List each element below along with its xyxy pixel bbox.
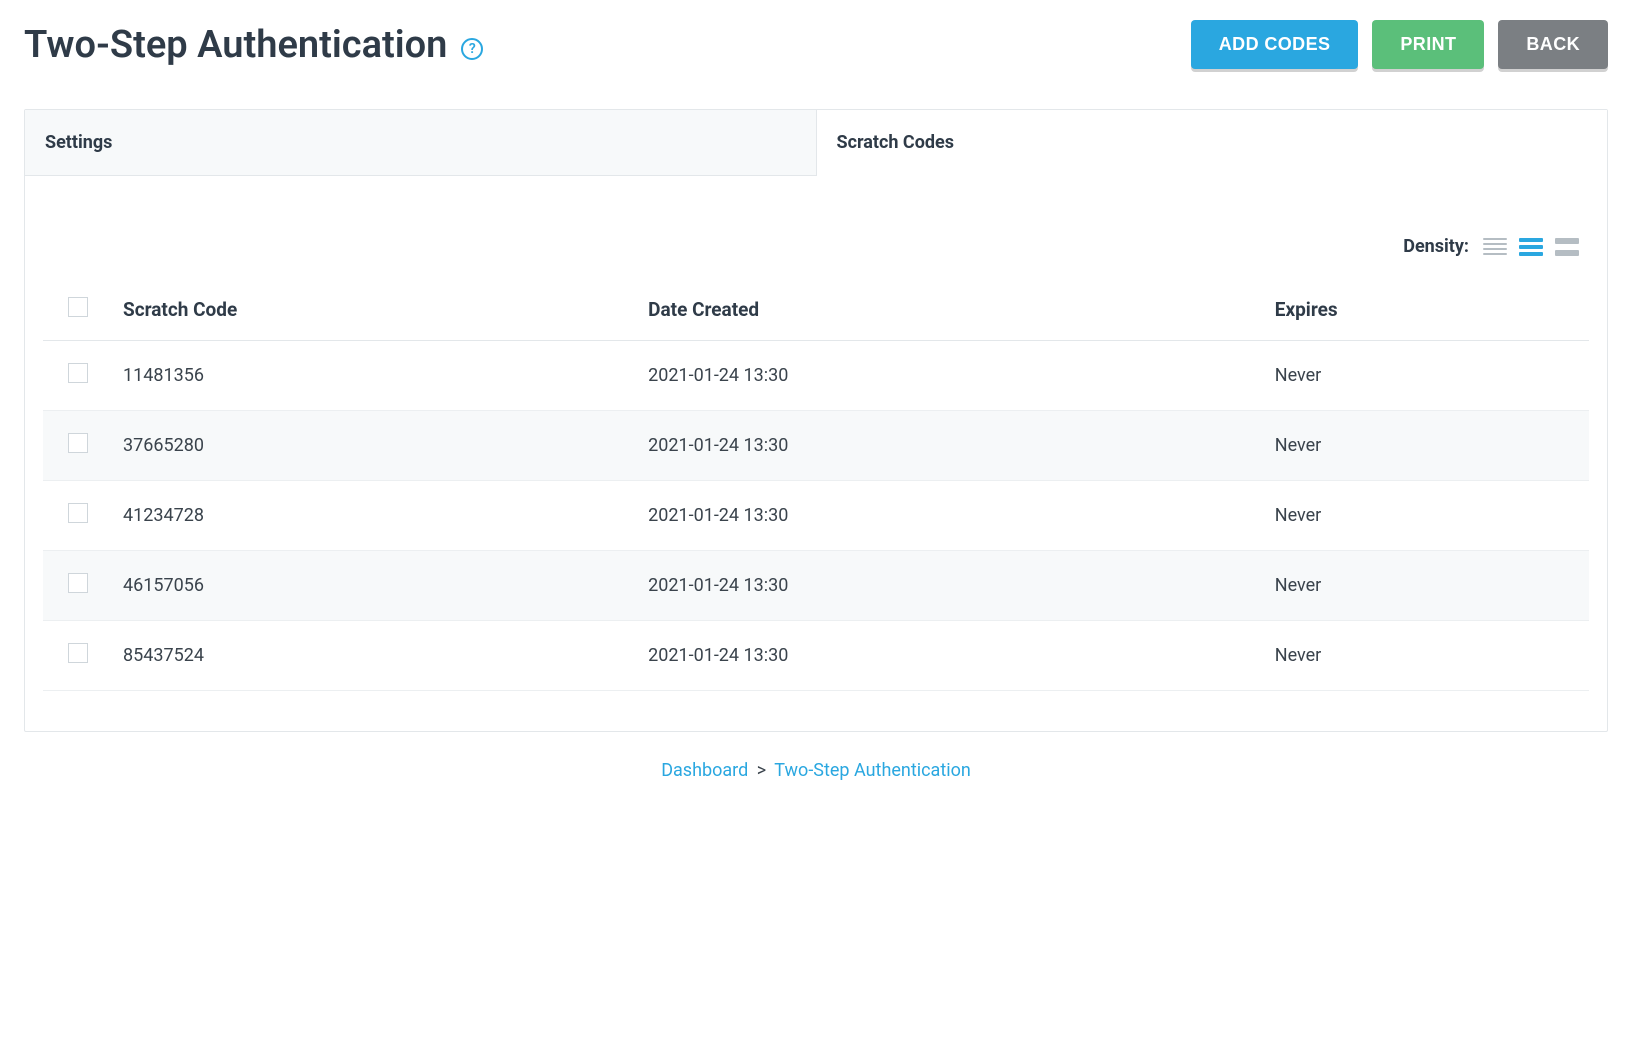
cell-expires: Never <box>1265 481 1589 551</box>
cell-expires: Never <box>1265 411 1589 481</box>
table-row: 412347282021-01-24 13:30Never <box>43 481 1589 551</box>
row-checkbox[interactable] <box>68 643 88 663</box>
back-button[interactable]: BACK <box>1498 20 1608 69</box>
table-row: 854375242021-01-24 13:30Never <box>43 621 1589 691</box>
panel: Settings Scratch Codes Density: Scratch … <box>24 109 1608 732</box>
density-compact-icon[interactable] <box>1483 238 1507 256</box>
breadcrumb-current[interactable]: Two-Step Authentication <box>774 760 971 781</box>
column-header-code[interactable]: Scratch Code <box>113 281 638 341</box>
row-checkbox[interactable] <box>68 363 88 383</box>
density-comfy-icon[interactable] <box>1555 238 1579 256</box>
cell-date-created: 2021-01-24 13:30 <box>638 551 1265 621</box>
cell-scratch-code: 46157056 <box>113 551 638 621</box>
table-row: 461570562021-01-24 13:30Never <box>43 551 1589 621</box>
row-checkbox[interactable] <box>68 503 88 523</box>
column-header-expires[interactable]: Expires <box>1265 281 1589 341</box>
action-buttons: ADD CODES PRINT BACK <box>1191 20 1608 69</box>
density-label: Density: <box>1403 236 1469 257</box>
cell-scratch-code: 37665280 <box>113 411 638 481</box>
cell-scratch-code: 41234728 <box>113 481 638 551</box>
page-title: Two-Step Authentication <box>24 23 447 67</box>
column-header-date[interactable]: Date Created <box>638 281 1265 341</box>
tab-scratch-codes[interactable]: Scratch Codes <box>817 110 1608 176</box>
tab-settings[interactable]: Settings <box>25 110 817 176</box>
cell-date-created: 2021-01-24 13:30 <box>638 411 1265 481</box>
cell-date-created: 2021-01-24 13:30 <box>638 341 1265 411</box>
cell-date-created: 2021-01-24 13:30 <box>638 481 1265 551</box>
cell-expires: Never <box>1265 551 1589 621</box>
breadcrumb-dashboard[interactable]: Dashboard <box>661 760 748 781</box>
table-row: 114813562021-01-24 13:30Never <box>43 341 1589 411</box>
print-button[interactable]: PRINT <box>1372 20 1484 69</box>
breadcrumb-separator: > <box>757 760 766 781</box>
row-checkbox[interactable] <box>68 573 88 593</box>
cell-expires: Never <box>1265 621 1589 691</box>
select-all-checkbox[interactable] <box>68 297 88 317</box>
row-checkbox[interactable] <box>68 433 88 453</box>
help-icon[interactable]: ? <box>461 38 483 60</box>
scratch-codes-table: Scratch Code Date Created Expires 114813… <box>43 281 1589 691</box>
cell-expires: Never <box>1265 341 1589 411</box>
density-normal-icon[interactable] <box>1519 238 1543 256</box>
add-codes-button[interactable]: ADD CODES <box>1191 20 1359 69</box>
table-row: 376652802021-01-24 13:30Never <box>43 411 1589 481</box>
breadcrumb: Dashboard > Two-Step Authentication <box>24 760 1608 781</box>
cell-scratch-code: 11481356 <box>113 341 638 411</box>
cell-scratch-code: 85437524 <box>113 621 638 691</box>
cell-date-created: 2021-01-24 13:30 <box>638 621 1265 691</box>
